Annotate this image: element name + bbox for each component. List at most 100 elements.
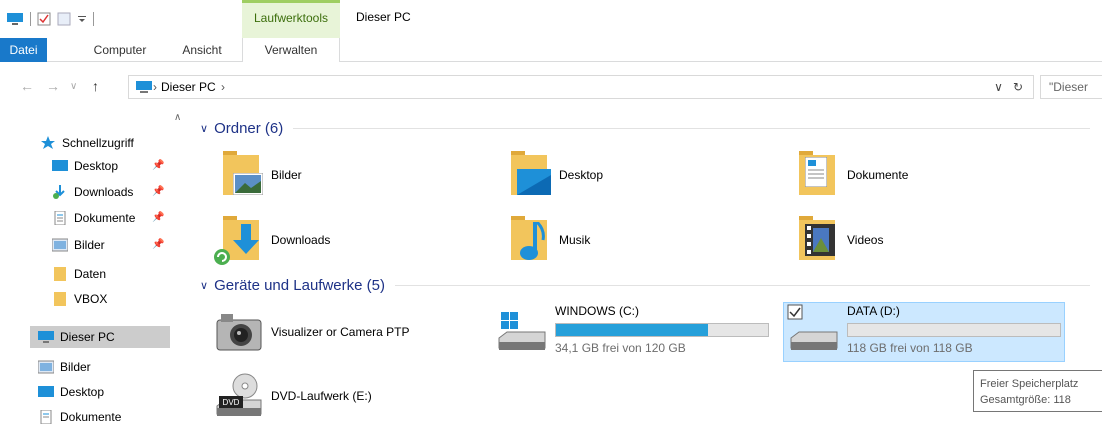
sidebar-item-dokumente-pc[interactable]: Dokumente [38,406,208,428]
sidebar-item-label: VBOX [74,292,108,306]
pictures-folder-icon [215,151,263,199]
folder-tile-musik[interactable]: Musik [503,212,590,268]
title-bar: Laufwerktools Dieser PC [0,0,1102,60]
up-arrow-icon[interactable]: ↑ [92,78,99,94]
pin-icon[interactable]: 📌 [152,186,164,197]
window-title: Dieser PC [356,10,411,24]
desktop-icon [52,160,68,171]
sidebar-item-label: Desktop [60,385,105,399]
collapse-chevron-icon[interactable]: ∨ [200,122,208,135]
folder-icon [54,267,66,281]
documents-folder-icon [791,151,839,199]
customize-qat-icon[interactable] [77,12,87,26]
navigation-bar: ← → ∨ ↑ › Dieser PC › ∨ ↻ "Dieser [0,62,1102,112]
device-label: DVD-Laufwerk (E:) [271,389,372,403]
drive-usage-bar [847,323,1061,337]
folder-tile-dokumente[interactable]: Dokumente [791,147,908,203]
folder-tile-videos[interactable]: Videos [791,212,883,268]
device-tile-dvd[interactable]: DVD DVD-Laufwerk (E:) [215,368,372,424]
properties-icon[interactable] [37,12,51,26]
sidebar-item-label: Downloads [74,185,134,199]
pictures-icon [52,238,68,252]
group-divider [395,285,1090,286]
sidebar-item-bilder-pc[interactable]: Bilder [38,356,208,378]
group-header-geraete[interactable]: ∨ Geräte und Laufwerke (5) [200,277,1090,294]
contextual-tab-title: Laufwerktools [253,11,329,25]
downloads-icon [53,185,65,199]
drive-tooltip: Freier Speicherplatz Gesamtgröße: 118 [973,370,1102,412]
address-dropdown-icon[interactable]: ∨ [994,80,1003,94]
drive-info: WINDOWS (C:) 34,1 GB frei von 120 GB [555,304,769,358]
sidebar-item-label: Dokumente [60,410,122,424]
recent-locations-chevron-icon[interactable]: ∨ [70,81,77,92]
drive-usage-fill [556,324,708,336]
breadcrumb-separator-icon[interactable]: › [221,80,225,94]
computer-icon [7,13,23,25]
search-input[interactable]: "Dieser [1040,75,1102,99]
forward-arrow-icon[interactable]: → [46,78,60,94]
tab-ansicht[interactable]: Ansicht [172,38,232,62]
new-folder-icon[interactable] [57,12,71,26]
scroll-up-icon[interactable]: ∧ [174,112,181,123]
camera-icon [215,308,263,356]
downloads-folder-icon [214,216,263,265]
pictures-icon [38,360,54,374]
computer-icon [136,81,152,93]
drive-name: DATA (D:) [847,304,900,318]
qat-separator [93,12,94,26]
tab-computer[interactable]: Computer [82,38,158,62]
windows-drive-icon [495,304,547,358]
group-title: Geräte und Laufwerke (5) [214,277,385,294]
documents-icon [40,410,52,424]
pin-icon[interactable]: 📌 [152,160,164,171]
folder-icon [54,292,66,306]
group-header-ordner[interactable]: ∨ Ordner (6) [200,120,1090,137]
drive-tile-data-d[interactable]: DATA (D:) 118 GB frei von 118 GB [787,304,1061,358]
drive-free-space: 34,1 GB frei von 120 GB [555,341,686,355]
folder-tile-bilder[interactable]: Bilder [215,147,302,203]
refresh-icon[interactable]: ↻ [1013,80,1023,94]
qat-separator [30,12,31,26]
tab-datei[interactable]: Datei [0,38,47,62]
sidebar-item-label: Desktop [74,159,119,173]
folder-label: Dokumente [847,168,909,182]
address-bar[interactable]: › Dieser PC › ∨ ↻ [128,75,1034,99]
tab-verwalten[interactable]: Verwalten [242,38,340,63]
documents-icon [54,211,66,225]
folder-label: Desktop [559,168,604,182]
drive-name: WINDOWS (C:) [555,304,639,318]
dvd-drive-icon: DVD [215,372,263,420]
content-pane: ∨ Ordner (6) Bilder Desktop Dokumente Do… [185,112,1102,428]
music-folder-icon [503,216,551,264]
breadcrumb-separator-icon: › [153,80,157,94]
sidebar-item-desktop-pc[interactable]: Desktop [38,381,208,403]
breadcrumb-dieser-pc[interactable]: Dieser PC [161,80,216,94]
device-tile-camera[interactable]: Visualizer or Camera PTP [215,304,410,360]
folder-tile-desktop[interactable]: Desktop [503,147,603,203]
tooltip-line: Freier Speicherplatz [980,378,1079,390]
collapse-chevron-icon[interactable]: ∨ [200,279,208,292]
sidebar-item-label: Bilder [60,360,91,374]
videos-folder-icon [791,216,839,264]
folder-tile-downloads[interactable]: Downloads [214,212,331,268]
sidebar-item-label: Bilder [74,238,105,252]
device-label: Visualizer or Camera PTP [271,325,410,339]
group-divider [293,128,1090,129]
tooltip-line: Gesamtgröße: 118 [980,394,1071,406]
group-title: Ordner (6) [214,120,284,137]
pin-icon[interactable]: 📌 [152,239,164,250]
folder-label: Downloads [271,233,331,247]
drive-usage-bar [555,323,769,337]
address-controls: ∨ ↻ [994,80,1023,94]
sidebar-item-label: Dokumente [74,211,136,225]
folder-label: Videos [847,233,884,247]
pin-icon[interactable]: 📌 [152,212,164,223]
star-icon [41,136,55,149]
drive-tile-windows-c[interactable]: WINDOWS (C:) 34,1 GB frei von 120 GB [495,304,769,358]
computer-icon [38,331,54,343]
folder-label: Bilder [271,168,302,182]
sidebar-item-label: Dieser PC [60,330,115,344]
sidebar-item-dieser-pc[interactable]: Dieser PC [30,326,170,348]
drive-info: DATA (D:) 118 GB frei von 118 GB [847,304,1061,358]
back-arrow-icon[interactable]: ← [20,78,34,94]
